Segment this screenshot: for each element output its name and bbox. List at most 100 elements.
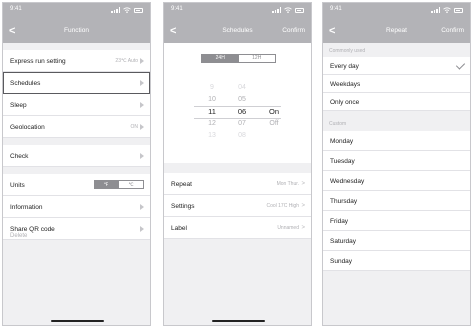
row-information[interactable]: Information xyxy=(3,196,150,218)
hour-option: 12 xyxy=(208,120,216,127)
row-value: 23℃ Auto xyxy=(115,58,138,64)
option-label: Weekdays xyxy=(330,81,361,88)
chevron-right-icon xyxy=(140,204,144,210)
function-screen: 9:41 < Function Express run setting 23℃ … xyxy=(2,2,151,326)
row-geolocation[interactable]: Geolocation ON xyxy=(3,116,150,138)
option-label: Every day xyxy=(330,63,359,70)
time-format-toggle[interactable]: 24H 12H xyxy=(201,54,276,63)
option-only-once[interactable]: Only once xyxy=(323,93,470,111)
status-time: 9:41 xyxy=(330,6,342,12)
nav-bar: 9:41 < Repeat Confirm xyxy=(323,3,470,43)
picker-divider xyxy=(194,118,281,119)
battery-icon xyxy=(295,8,304,13)
signal-icon xyxy=(111,7,120,13)
wifi-icon xyxy=(284,7,292,13)
day-label: Wednesday xyxy=(330,178,365,185)
minute-option: 04 xyxy=(238,84,246,91)
home-indicator xyxy=(212,320,265,322)
chevron-right-icon xyxy=(140,124,144,130)
hour-wheel[interactable]: 9 10 11 12 13 xyxy=(197,82,227,142)
signal-icon xyxy=(431,7,440,13)
repeat-screen: 9:41 < Repeat Confirm Commonly used Ever… xyxy=(322,2,471,326)
row-sleep[interactable]: Sleep xyxy=(3,94,150,116)
battery-icon xyxy=(134,8,143,13)
checkmark-icon xyxy=(455,60,466,70)
chevron-right-icon: > xyxy=(301,203,305,209)
row-label: Geolocation xyxy=(10,124,45,131)
signal-icon xyxy=(272,7,281,13)
option-weekdays[interactable]: Weekdays xyxy=(323,75,470,93)
day-wednesday[interactable]: Wednesday xyxy=(323,171,470,191)
hour-selected: 11 xyxy=(208,107,216,116)
row-value: Unnamed xyxy=(277,225,299,231)
day-label: Friday xyxy=(330,218,349,225)
nav-bar: 9:41 < Function xyxy=(3,3,150,43)
chevron-right-icon xyxy=(140,58,144,64)
status-time: 9:41 xyxy=(10,6,22,12)
row-value: ON xyxy=(130,124,139,130)
day-label: Monday xyxy=(330,138,354,145)
section-header-custom: Custom xyxy=(329,121,347,127)
status-bar: 9:41 xyxy=(330,6,463,16)
hour-option: 9 xyxy=(210,84,214,91)
row-express-run-setting[interactable]: Express run setting 23℃ Auto xyxy=(3,50,150,72)
format-option-12h[interactable]: 12H xyxy=(238,55,275,62)
format-option-24h[interactable]: 24H xyxy=(202,55,239,62)
section-header-common: Commonly used xyxy=(329,48,366,54)
row-label: Repeat xyxy=(171,181,192,188)
row-repeat[interactable]: Repeat Mon Thur. > xyxy=(164,173,311,195)
hour-option: 10 xyxy=(208,96,216,103)
row-label: Settings xyxy=(171,203,195,210)
page-title: Function xyxy=(64,27,89,34)
day-tuesday[interactable]: Tuesday xyxy=(323,151,470,171)
day-label: Thursday xyxy=(330,198,358,205)
chevron-right-icon xyxy=(140,102,144,108)
chevron-right-icon: > xyxy=(301,181,305,187)
day-sunday[interactable]: Sunday xyxy=(323,251,470,271)
option-label: Only once xyxy=(330,99,360,106)
delete-button[interactable]: Delete xyxy=(10,233,27,239)
row-value: Cool 17C High xyxy=(266,203,299,209)
day-label: Tuesday xyxy=(330,158,355,165)
chevron-right-icon xyxy=(140,80,144,86)
toggle-option-celsius[interactable]: ℃ xyxy=(119,181,143,188)
day-label: Sunday xyxy=(330,258,353,265)
minute-selected: 06 xyxy=(237,107,247,116)
row-label-setting[interactable]: Label Unnamed > xyxy=(164,217,311,239)
row-schedules[interactable]: Schedules xyxy=(3,72,150,94)
option-every-day[interactable]: Every day xyxy=(323,57,470,75)
row-label: Sleep xyxy=(10,102,27,109)
status-time: 9:41 xyxy=(171,6,183,12)
row-value: Mon Thur. xyxy=(276,181,299,187)
hour-option: 13 xyxy=(208,132,216,139)
mode-selected: On xyxy=(268,107,279,116)
row-label: Schedules xyxy=(10,80,41,87)
day-friday[interactable]: Friday xyxy=(323,211,470,231)
nav-bar: 9:41 < Schedules Confirm xyxy=(164,3,311,43)
day-monday[interactable]: Monday xyxy=(323,131,470,151)
row-label: Check xyxy=(10,153,29,160)
status-bar: 9:41 xyxy=(171,6,304,16)
wifi-icon xyxy=(123,7,131,13)
day-label: Saturday xyxy=(330,238,357,245)
home-indicator xyxy=(51,320,104,322)
chevron-right-icon: > xyxy=(301,225,305,231)
toggle-option-fahrenheit[interactable]: ℉ xyxy=(94,180,118,189)
chevron-right-icon xyxy=(140,153,144,159)
row-settings[interactable]: Settings Cool 17C High > xyxy=(164,195,311,217)
status-bar: 9:41 xyxy=(10,6,143,16)
confirm-button[interactable]: Confirm xyxy=(441,27,464,34)
mode-option: Off xyxy=(269,120,279,127)
time-picker: 24H 12H 9 10 11 12 13 04 05 06 07 08 On … xyxy=(164,43,311,163)
minute-wheel[interactable]: 04 05 06 07 08 xyxy=(227,82,257,142)
day-saturday[interactable]: Saturday xyxy=(323,231,470,251)
battery-icon xyxy=(454,8,463,13)
row-label: Express run setting xyxy=(10,58,66,65)
day-thursday[interactable]: Thursday xyxy=(323,191,470,211)
row-check[interactable]: Check xyxy=(3,145,150,167)
row-label: Information xyxy=(10,204,43,211)
units-toggle[interactable]: ℉ ℃ xyxy=(94,180,144,189)
wifi-icon xyxy=(443,7,451,13)
chevron-right-icon xyxy=(140,226,144,232)
confirm-button[interactable]: Confirm xyxy=(282,27,305,34)
